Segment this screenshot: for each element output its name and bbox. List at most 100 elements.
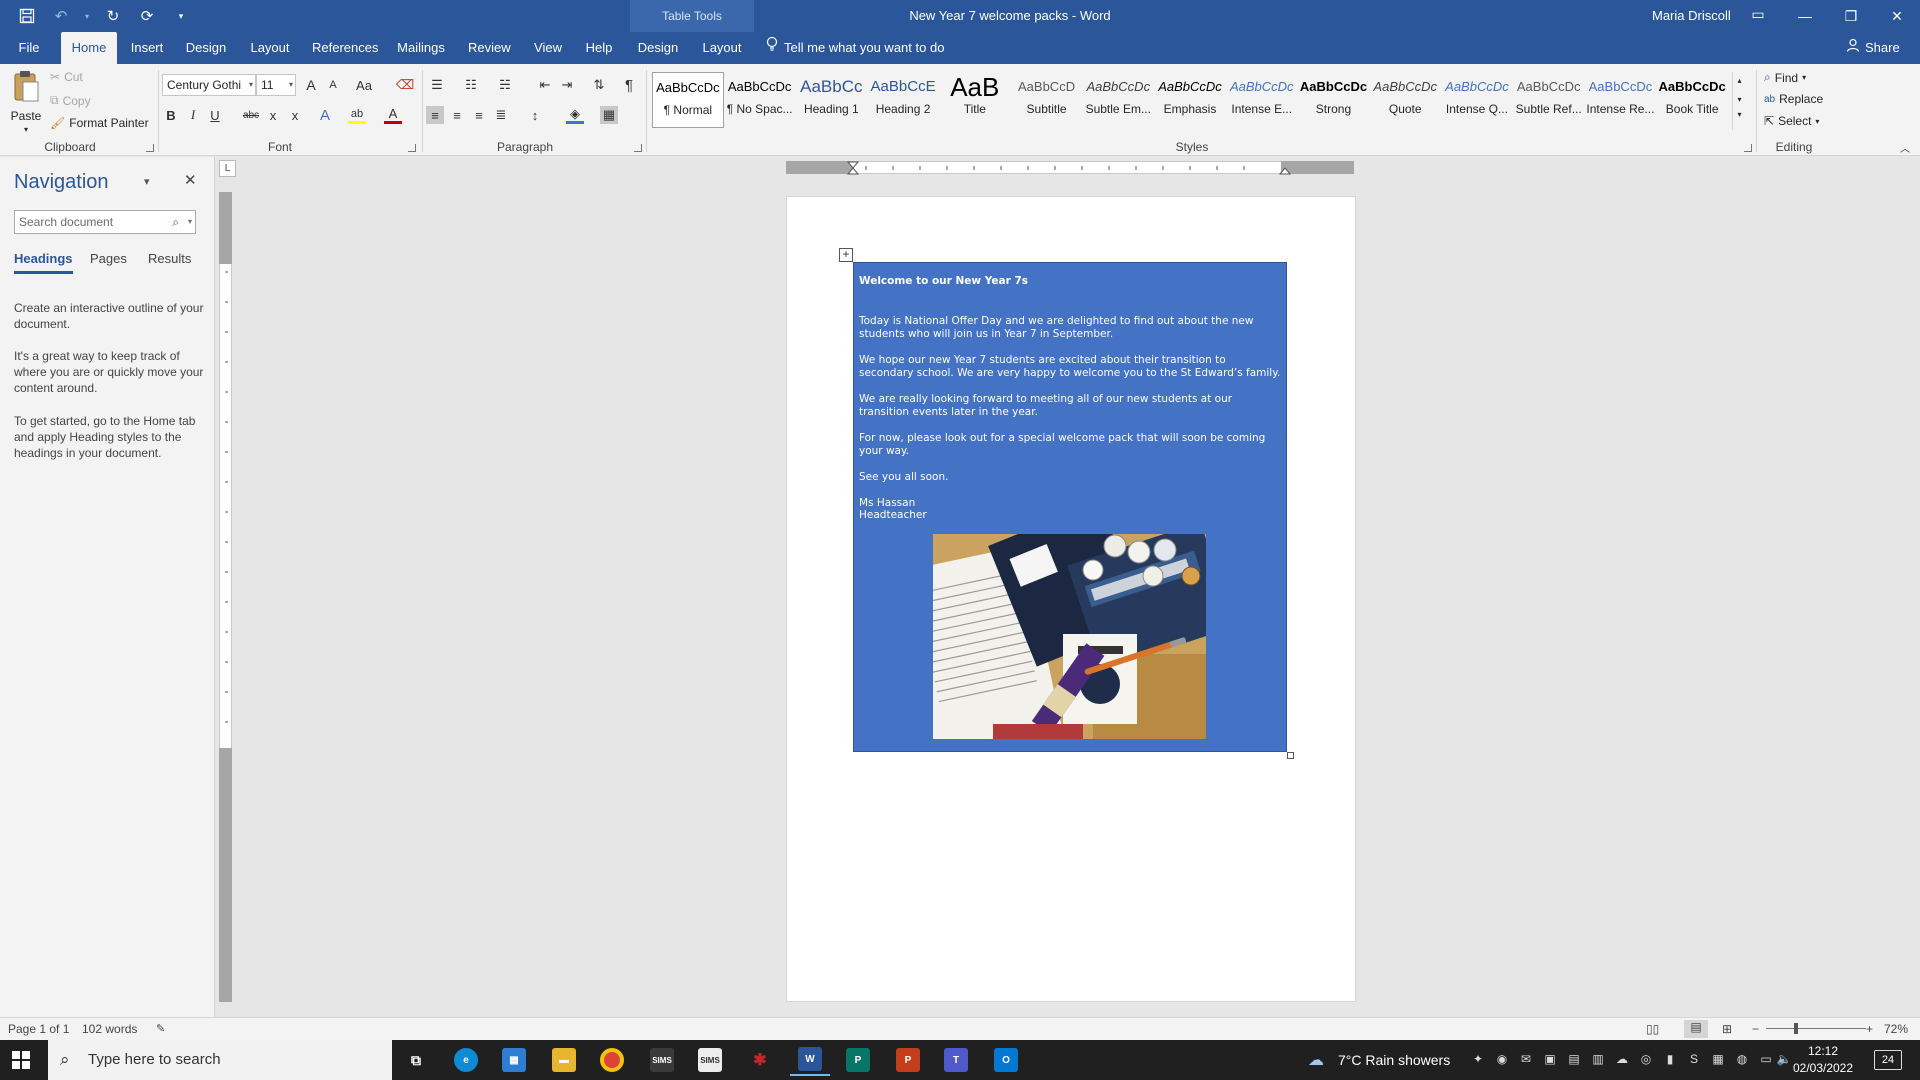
- tab-mailings[interactable]: Mailings: [395, 32, 447, 64]
- style-gallery-item[interactable]: AaB Title: [939, 72, 1011, 128]
- increase-indent-icon[interactable]: ⇥: [558, 76, 576, 94]
- weather-icon[interactable]: ☁: [1308, 1050, 1324, 1070]
- tray-outlook-icon[interactable]: ▣: [1542, 1052, 1558, 1068]
- sims-app-icon[interactable]: SIMS: [690, 1044, 730, 1076]
- tray-cloud-icon[interactable]: ☁: [1614, 1052, 1630, 1068]
- tab-design[interactable]: Design: [184, 32, 228, 64]
- minimize-icon[interactable]: —: [1782, 0, 1828, 32]
- notifications-icon[interactable]: 24: [1874, 1050, 1902, 1070]
- hanging-indent-marker[interactable]: [846, 167, 860, 175]
- tab-pages[interactable]: Pages: [90, 251, 127, 266]
- align-center-icon[interactable]: ≡: [448, 106, 466, 124]
- teams-icon[interactable]: T: [936, 1044, 976, 1076]
- font-size-select[interactable]: 11 ▾: [256, 74, 296, 96]
- align-left-icon[interactable]: ≡: [426, 106, 444, 124]
- shrink-font-icon[interactable]: A: [324, 76, 342, 94]
- zoom-out-icon[interactable]: −: [1752, 1022, 1759, 1036]
- web-layout-icon[interactable]: ⊞: [1722, 1022, 1732, 1036]
- shading-icon[interactable]: ◈: [566, 106, 584, 124]
- right-indent-marker[interactable]: [1278, 167, 1292, 175]
- change-case-icon[interactable]: Aa: [352, 76, 376, 94]
- font-color-icon[interactable]: A: [384, 106, 402, 124]
- sort-icon[interactable]: ⇅: [590, 76, 608, 94]
- tray-skype-icon[interactable]: S: [1686, 1052, 1702, 1068]
- strikethrough-button[interactable]: abc: [240, 106, 262, 124]
- numbering-icon[interactable]: ☷: [462, 76, 480, 94]
- bold-button[interactable]: B: [162, 106, 180, 124]
- table-resize-handle[interactable]: [1287, 752, 1294, 759]
- tab-table-layout[interactable]: Layout: [700, 32, 744, 64]
- style-gallery-item[interactable]: AaBbCcDc Book Title: [1656, 72, 1728, 128]
- collapse-ribbon-icon[interactable]: ︿: [1896, 138, 1914, 156]
- paragraph-launcher-icon[interactable]: [634, 144, 642, 152]
- clock[interactable]: 12:12 02/03/2022: [1790, 1043, 1856, 1077]
- styles-gallery-scroll[interactable]: ▴ ▾ ▾: [1732, 72, 1746, 130]
- style-gallery-item[interactable]: AaBbCc Heading 1: [795, 72, 867, 128]
- powerpoint-icon[interactable]: P: [888, 1044, 928, 1076]
- font-launcher-icon[interactable]: [408, 144, 416, 152]
- format-painter-button[interactable]: 🖌 Format Painter: [50, 116, 149, 130]
- welcome-pack-photo[interactable]: [933, 534, 1206, 739]
- zoom-in-icon[interactable]: +: [1866, 1022, 1873, 1036]
- chevron-down-icon[interactable]: ▾: [188, 211, 192, 233]
- tray-app-icon[interactable]: ✦: [1470, 1052, 1486, 1068]
- tray-app-icon[interactable]: ▮: [1662, 1052, 1678, 1068]
- find-button[interactable]: ⌕ Find ▾: [1764, 70, 1806, 85]
- tab-help[interactable]: Help: [584, 32, 614, 64]
- tab-review[interactable]: Review: [468, 32, 511, 64]
- style-gallery-item[interactable]: AaBbCcDc Subtle Em...: [1082, 72, 1154, 128]
- style-gallery-item[interactable]: AaBbCcD Subtitle: [1011, 72, 1083, 128]
- tray-app-icon[interactable]: ▤: [1566, 1052, 1582, 1068]
- tab-references[interactable]: References: [312, 32, 378, 64]
- style-gallery-item[interactable]: AaBbCcDc Quote: [1369, 72, 1441, 128]
- weather-text[interactable]: 7°C Rain showers: [1338, 1040, 1450, 1080]
- clear-formatting-icon[interactable]: ⌫: [396, 76, 414, 94]
- read-mode-icon[interactable]: ▯▯: [1646, 1022, 1659, 1036]
- tab-insert[interactable]: Insert: [126, 32, 168, 64]
- share-button[interactable]: Share: [1846, 32, 1900, 64]
- bullets-icon[interactable]: ☰: [428, 76, 446, 94]
- underline-button[interactable]: U: [206, 106, 224, 124]
- store-icon[interactable]: ▦: [494, 1044, 534, 1076]
- line-spacing-icon[interactable]: ↕: [526, 106, 544, 124]
- italic-button[interactable]: I: [184, 106, 202, 124]
- tab-selector[interactable]: L: [219, 160, 236, 177]
- task-view-icon[interactable]: ⧉: [396, 1044, 436, 1076]
- customize-qat-icon[interactable]: ▾: [168, 4, 194, 28]
- tray-mail-icon[interactable]: ✉: [1518, 1052, 1534, 1068]
- start-windows-icon[interactable]: [12, 1051, 30, 1072]
- select-button[interactable]: ⇱ Select ▾: [1764, 114, 1819, 128]
- undo-icon[interactable]: ↶: [48, 4, 74, 28]
- superscript-button[interactable]: x: [286, 106, 304, 124]
- search-document-input[interactable]: Search document ⌕ ▾: [14, 210, 196, 234]
- chevron-down-icon[interactable]: ▾: [1733, 95, 1746, 104]
- search-icon[interactable]: ⌕: [172, 211, 179, 233]
- table-move-handle-icon[interactable]: +: [839, 248, 853, 262]
- tray-app-icon[interactable]: ◉: [1494, 1052, 1510, 1068]
- copy-button[interactable]: ⧉ Copy: [50, 93, 91, 108]
- tray-chrome-icon[interactable]: ◍: [1734, 1052, 1750, 1068]
- tab-layout[interactable]: Layout: [248, 32, 292, 64]
- tray-app-icon[interactable]: ▥: [1590, 1052, 1606, 1068]
- close-pane-icon[interactable]: ✕: [184, 171, 197, 189]
- multilevel-list-icon[interactable]: ☵: [496, 76, 514, 94]
- publisher-icon[interactable]: P: [838, 1044, 878, 1076]
- user-name[interactable]: Maria Driscoll: [1652, 8, 1731, 23]
- close-window-icon[interactable]: ✕: [1874, 0, 1920, 32]
- zoom-level[interactable]: 72%: [1884, 1022, 1908, 1036]
- file-explorer-icon[interactable]: ▬: [544, 1044, 584, 1076]
- network-icon[interactable]: ▭: [1758, 1052, 1774, 1068]
- chrome-icon[interactable]: [592, 1044, 632, 1076]
- pane-options-icon[interactable]: ▾: [144, 175, 150, 188]
- tab-table-design[interactable]: Design: [636, 32, 680, 64]
- text-effects-icon[interactable]: A: [316, 106, 334, 124]
- tell-me-search[interactable]: Tell me what you want to do: [766, 32, 944, 64]
- style-gallery-item[interactable]: AaBbCcDc Strong: [1298, 72, 1370, 128]
- cut-button[interactable]: ✂ Cut: [50, 70, 83, 84]
- style-gallery-item[interactable]: AaBbCcE Heading 2: [867, 72, 939, 128]
- undo-dropdown-icon[interactable]: ▾: [82, 4, 92, 28]
- tab-view[interactable]: View: [532, 32, 564, 64]
- tab-file[interactable]: File: [10, 32, 48, 64]
- restore-icon[interactable]: ❐: [1828, 0, 1874, 32]
- show-formatting-icon[interactable]: ¶: [620, 76, 638, 94]
